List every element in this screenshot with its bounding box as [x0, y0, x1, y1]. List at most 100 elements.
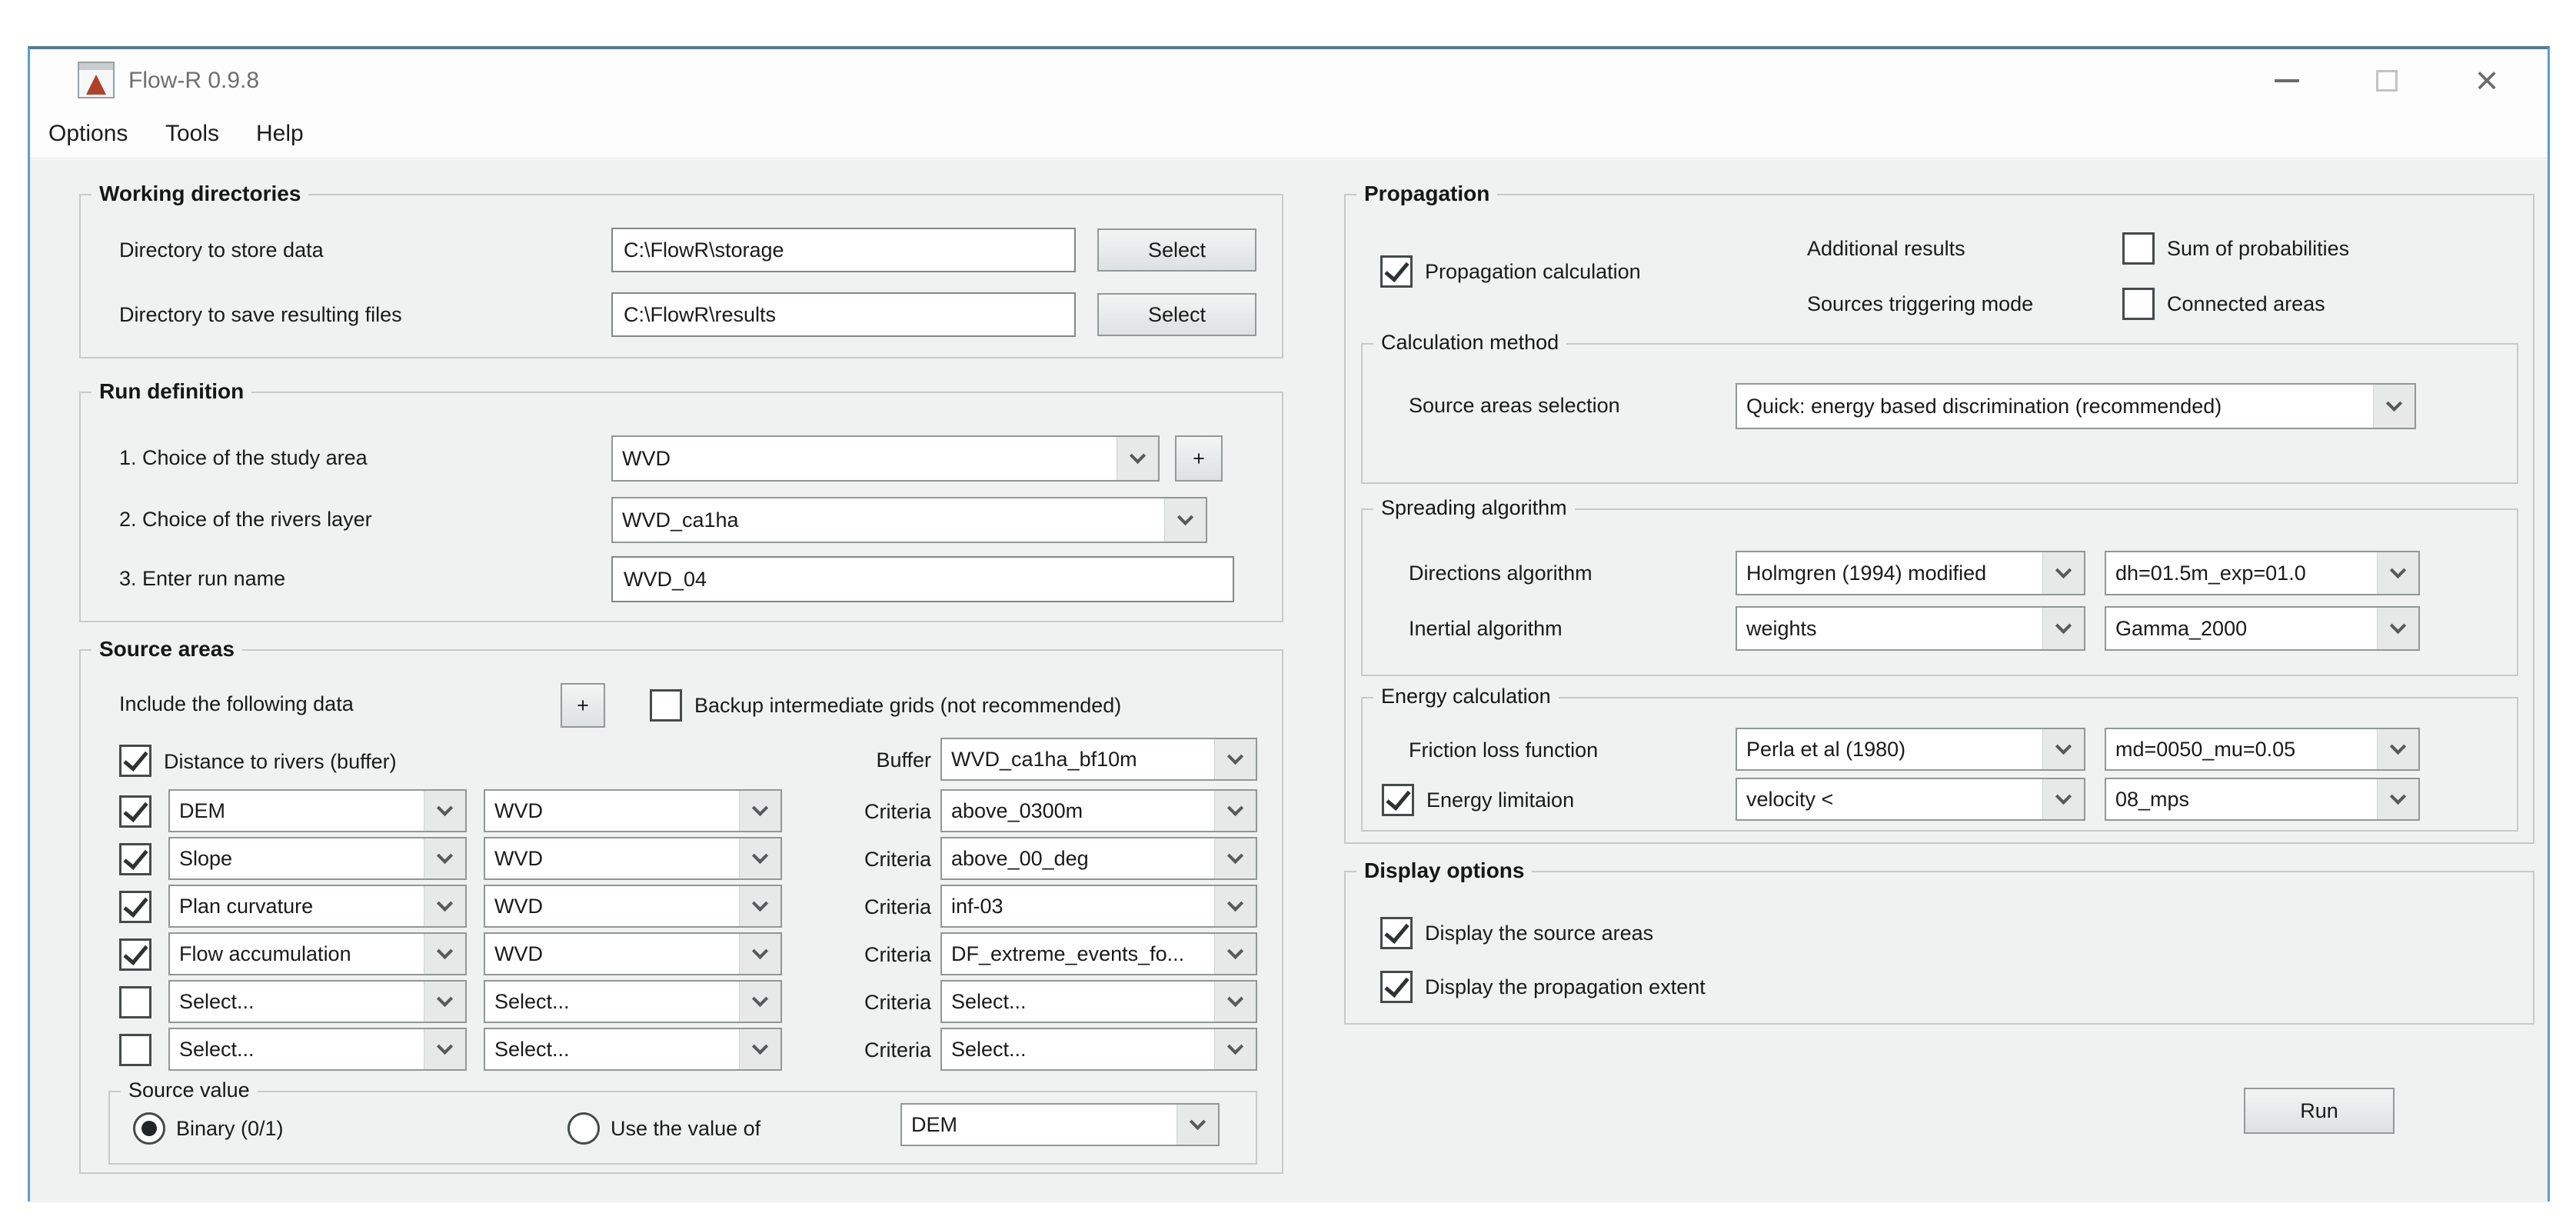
row4-criteria-value: DF_extreme_events_fo... — [942, 942, 1214, 966]
row1-criteria-dropdown[interactable]: above_0300m — [940, 789, 1257, 832]
inertial-param-dropdown[interactable]: Gamma_2000 — [2105, 606, 2420, 651]
row5-criteria-dropdown[interactable]: Select... — [940, 980, 1257, 1023]
row3-area-dropdown[interactable]: WVD — [484, 885, 782, 928]
chevron-down-icon — [2377, 729, 2418, 769]
row1-data-dropdown[interactable]: DEM — [168, 789, 467, 832]
row4-checkbox[interactable] — [119, 938, 151, 971]
row2-checkbox[interactable] — [119, 843, 151, 875]
friction-loss-dropdown[interactable]: Perla et al (1980) — [1736, 728, 2085, 771]
row3-checkbox[interactable] — [119, 891, 151, 923]
row2-data-value: Slope — [170, 847, 424, 871]
row6-criteria-value: Select... — [942, 1038, 1214, 1062]
row2-area-dropdown[interactable]: WVD — [484, 837, 782, 880]
row1-checkbox[interactable] — [119, 795, 151, 828]
app-icon-triangle — [86, 75, 106, 95]
directions-algorithm-label: Directions algorithm — [1409, 551, 1593, 595]
friction-param-dropdown[interactable]: md=0050_mu=0.05 — [2105, 728, 2420, 771]
directions-algorithm-dropdown[interactable]: Holmgren (1994) modified — [1736, 551, 2085, 595]
menu-help[interactable]: Help — [248, 112, 311, 158]
chevron-down-icon — [1214, 838, 1256, 878]
chevron-down-icon — [2042, 779, 2084, 819]
row5-data-dropdown[interactable]: Select... — [168, 980, 467, 1023]
energy-limitation-value: velocity < — [1737, 788, 2042, 812]
inertial-algorithm-dropdown[interactable]: weights — [1736, 606, 2085, 651]
chevron-down-icon — [1214, 934, 1256, 974]
row5-area-dropdown[interactable]: Select... — [484, 980, 782, 1023]
app-icon-bar — [79, 63, 113, 70]
backup-grids-checkbox[interactable] — [650, 689, 682, 722]
energy-limitation-param-value: 08_mps — [2106, 788, 2377, 812]
store-data-input[interactable]: C:\FlowR\storage — [611, 228, 1076, 272]
chevron-down-icon — [1214, 791, 1256, 831]
menu-options[interactable]: Options — [41, 112, 135, 158]
row5-checkbox[interactable] — [119, 986, 151, 1018]
calculation-method-group: Calculation method Source areas selectio… — [1361, 343, 2518, 484]
buffer-value: WVD_ca1ha_bf10m — [942, 748, 1214, 772]
propagation-calculation-checkbox[interactable] — [1380, 255, 1413, 288]
add-data-row-button[interactable]: + — [561, 683, 605, 728]
display-propagation-extent-checkbox[interactable] — [1380, 971, 1413, 1003]
connected-areas-checkbox[interactable] — [2122, 288, 2155, 320]
row4-area-value: WVD — [485, 942, 739, 966]
directions-algorithm-value: Holmgren (1994) modified — [1737, 562, 2042, 585]
source-value-dropdown[interactable]: DEM — [900, 1103, 1220, 1146]
study-area-dropdown[interactable]: WVD — [611, 435, 1160, 482]
source-value-value: DEM — [902, 1113, 1177, 1137]
row6-data-dropdown[interactable]: Select... — [168, 1028, 467, 1071]
row3-data-dropdown[interactable]: Plan curvature — [168, 885, 467, 928]
row4-data-dropdown[interactable]: Flow accumulation — [168, 932, 467, 975]
row6-criteria-dropdown[interactable]: Select... — [940, 1028, 1257, 1071]
row1-data-value: DEM — [170, 799, 424, 823]
row1-criteria-label: Criteria — [770, 789, 931, 834]
store-data-select-button[interactable]: Select — [1097, 228, 1256, 272]
row3-criteria-label: Criteria — [770, 885, 931, 929]
display-source-areas-checkbox[interactable] — [1380, 917, 1413, 949]
propagation-group: Propagation Propagation calculation Addi… — [1344, 194, 2534, 844]
buffer-dropdown[interactable]: WVD_ca1ha_bf10m — [940, 738, 1257, 781]
row6-checkbox[interactable] — [119, 1034, 151, 1066]
row6-data-value: Select... — [170, 1038, 424, 1062]
chevron-down-icon — [2042, 552, 2084, 594]
chevron-down-icon — [2377, 608, 2418, 649]
row1-criteria-value: above_0300m — [942, 799, 1214, 823]
maximize-button[interactable] — [2345, 57, 2429, 105]
distance-rivers-checkbox[interactable] — [119, 745, 151, 777]
energy-calculation-title: Energy calculation — [1373, 685, 1559, 708]
row6-area-dropdown[interactable]: Select... — [484, 1028, 782, 1071]
row5-data-value: Select... — [170, 990, 424, 1014]
close-button[interactable]: × — [2445, 57, 2529, 105]
source-areas-title: Source areas — [92, 637, 242, 662]
row2-criteria-dropdown[interactable]: above_00_deg — [940, 837, 1257, 880]
row3-criteria-dropdown[interactable]: inf-03 — [940, 885, 1257, 928]
menu-tools[interactable]: Tools — [158, 112, 227, 158]
energy-limitation-param-dropdown[interactable]: 08_mps — [2105, 778, 2420, 821]
source-areas-group: Source areas Include the following data … — [79, 649, 1283, 1174]
energy-limitation-checkbox[interactable] — [1382, 784, 1414, 816]
run-button[interactable]: Run — [2244, 1088, 2395, 1134]
row4-area-dropdown[interactable]: WVD — [484, 932, 782, 975]
row3-criteria-value: inf-03 — [942, 895, 1214, 918]
use-value-radio-label: Use the value of — [611, 1106, 760, 1151]
directions-param-dropdown[interactable]: dh=01.5m_exp=01.0 — [2105, 551, 2420, 595]
add-study-area-button[interactable]: + — [1175, 435, 1223, 482]
results-dir-input[interactable]: C:\FlowR\results — [611, 292, 1076, 337]
chevron-down-icon — [424, 982, 465, 1022]
rivers-layer-value: WVD_ca1ha — [613, 508, 1164, 532]
chevron-down-icon — [1214, 982, 1256, 1022]
minimize-button[interactable] — [2245, 57, 2329, 105]
row6-area-value: Select... — [485, 1038, 739, 1062]
row4-criteria-dropdown[interactable]: DF_extreme_events_fo... — [940, 932, 1257, 975]
chevron-down-icon — [1214, 1029, 1256, 1069]
study-area-label: 1. Choice of the study area — [119, 435, 368, 480]
row1-area-dropdown[interactable]: WVD — [484, 789, 782, 832]
results-dir-select-button[interactable]: Select — [1097, 293, 1256, 336]
run-name-input[interactable]: WVD_04 — [611, 556, 1234, 602]
run-definition-group: Run definition 1. Choice of the study ar… — [79, 392, 1283, 622]
row2-data-dropdown[interactable]: Slope — [168, 837, 467, 880]
source-areas-selection-dropdown[interactable]: Quick: energy based discrimination (reco… — [1736, 383, 2416, 429]
binary-radio[interactable] — [133, 1112, 165, 1145]
sum-probabilities-checkbox[interactable] — [2122, 232, 2155, 265]
energy-limitation-dropdown[interactable]: velocity < — [1736, 778, 2085, 821]
use-value-radio[interactable] — [567, 1112, 600, 1145]
rivers-layer-dropdown[interactable]: WVD_ca1ha — [611, 497, 1207, 543]
